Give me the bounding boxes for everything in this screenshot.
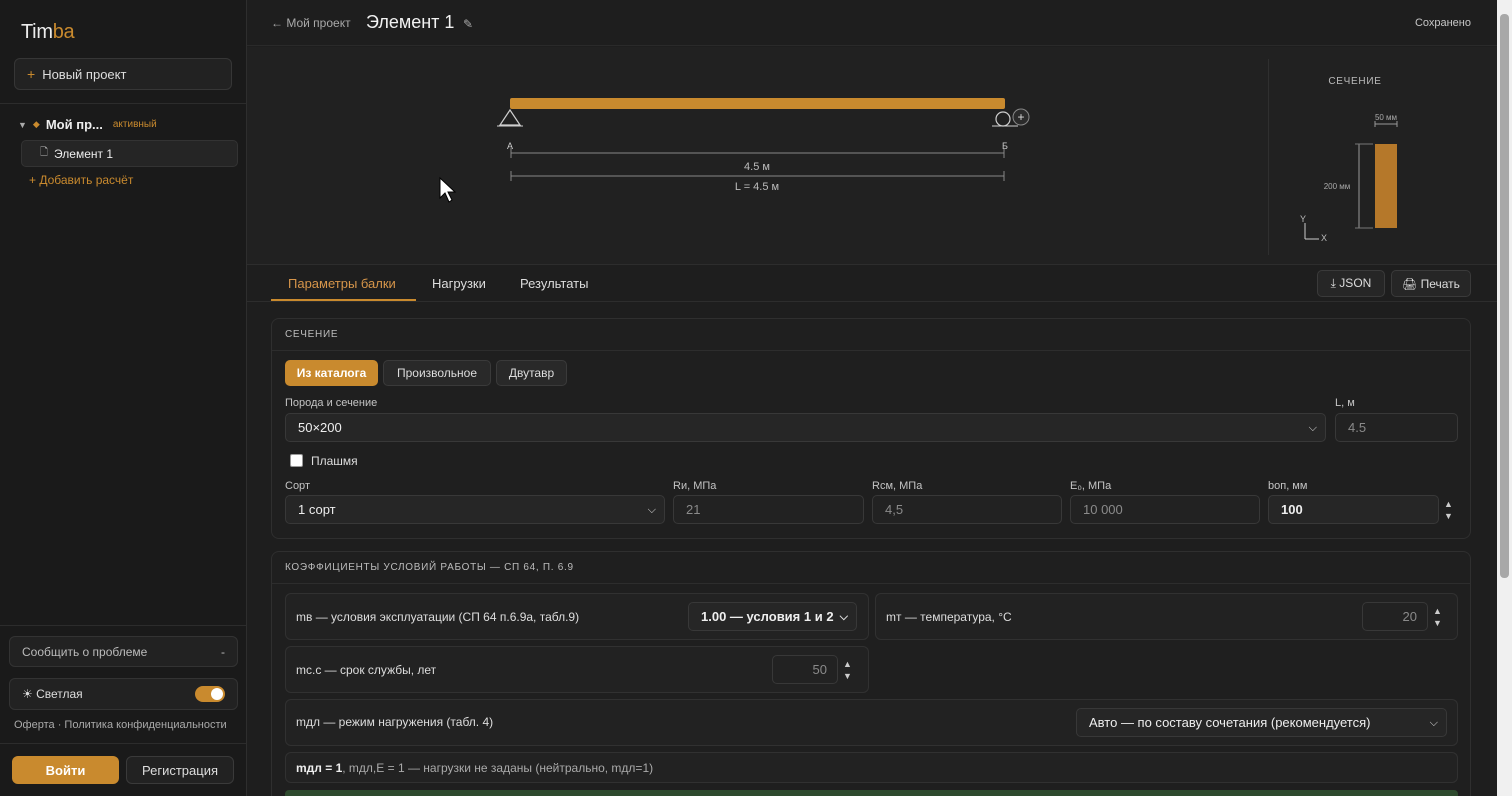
mdl-select[interactable]: Авто — по составу сочетания (рекомендует… <box>1076 708 1447 737</box>
height-label: 200 мм <box>1324 182 1351 191</box>
sidebar: Timba + Новый проект ▼ ◆ Мой пр... активн… <box>0 0 247 796</box>
mdl-label: mдл — режим нагружения (табл. 4) <box>296 715 494 729</box>
chevron-down-icon: ⌵ <box>1429 717 1438 729</box>
flat-label: Плашмя <box>311 454 358 468</box>
bop-stepper[interactable]: ▲ ▼ <box>1444 498 1453 522</box>
page-title: Элемент 1 <box>366 12 455 32</box>
header: ← Мой проект Элемент 1 ✎ Сохранено <box>247 0 1497 46</box>
sidebar-divider <box>0 743 246 744</box>
active-badge: активный <box>112 119 157 130</box>
width-label: 50 мм <box>1375 113 1397 122</box>
mt-stepper[interactable]: ▲ ▼ <box>1433 605 1442 629</box>
tab-loads[interactable]: Нагрузки <box>432 276 486 291</box>
scrollbar-thumb[interactable] <box>1500 14 1509 578</box>
cursor-icon <box>439 176 457 203</box>
flat-checkbox[interactable] <box>290 454 303 467</box>
species-label: Порода и сечение <box>285 397 378 409</box>
mv-label: mв — условия эксплуатации (СП 64 п.6.9а,… <box>296 610 580 624</box>
axis-y-label: Y <box>1300 214 1306 224</box>
chevron-down-icon: ⌵ <box>1308 422 1317 434</box>
sidebar-divider <box>0 103 246 104</box>
document-icon: 🗋 <box>40 147 49 158</box>
ri-label: Rи, МПа <box>673 480 717 492</box>
support-b-label: Б <box>1002 141 1008 151</box>
pencil-icon[interactable]: ✎ <box>463 17 473 31</box>
mv-select[interactable]: 1.00 — условия 1 и 2 ⌵ <box>688 602 857 631</box>
new-project-button[interactable]: + Новый проект <box>14 58 232 90</box>
beam[interactable] <box>510 98 1005 109</box>
support-a-label: А <box>507 141 513 151</box>
arrow-icon: - <box>221 644 225 659</box>
rcm-label: Rсм, МПа <box>872 480 923 492</box>
mt-input[interactable]: 20 <box>1362 602 1428 631</box>
total-length-label: L = 4.5 м <box>735 181 779 193</box>
save-status: Сохранено <box>1414 17 1471 29</box>
legal-links[interactable]: Оферта · Политика конфиденциальности <box>14 719 227 731</box>
section-preview-title: СЕЧЕНИЕ <box>1328 76 1381 87</box>
diamond-icon: ◆ <box>32 119 40 129</box>
back-link[interactable]: ← Мой проект <box>271 16 351 30</box>
status-bar <box>285 790 1458 796</box>
species-select[interactable]: 50×200 ⌵ <box>285 413 1326 442</box>
grade-select[interactable]: 1 сорт ⌵ <box>285 495 665 524</box>
caret-down-icon[interactable]: ▼ <box>18 120 27 130</box>
bop-label: bоп, мм <box>1268 480 1308 492</box>
add-calculation-link[interactable]: + Добавить расчёт <box>29 173 133 187</box>
mt-label: mт — температура, °C <box>886 610 1012 624</box>
length-input[interactable]: 4.5 <box>1335 413 1458 442</box>
section-card-title: СЕЧЕНИЕ <box>272 319 1470 351</box>
chevron-down-icon: ⌵ <box>839 611 848 623</box>
e-label: E₀, МПа <box>1070 480 1112 492</box>
logo[interactable]: Timba <box>21 21 75 44</box>
e-input[interactable]: 10 000 <box>1070 495 1260 524</box>
sidebar-divider <box>0 625 246 626</box>
tab-bar: Параметры балки Нагрузки Результаты <box>247 266 1497 302</box>
rcm-input[interactable]: 4,5 <box>872 495 1062 524</box>
mss-input[interactable]: 50 <box>772 655 838 684</box>
tab-results[interactable]: Результаты <box>520 276 588 291</box>
pin-support-icon <box>498 108 522 126</box>
span-label: 4.5 м <box>744 161 770 173</box>
plus-icon: + <box>27 66 36 82</box>
bop-input[interactable]: 100 <box>1268 495 1439 524</box>
print-button[interactable]: 🖨 Печать <box>1391 270 1471 297</box>
diagram-svg: + А Б 4.5 м L = 4.5 м СЕЧЕНИЕ 50 мм 200 … <box>439 76 1398 243</box>
length-label: L, м <box>1335 397 1355 409</box>
coefficients-card-title: КОЭФФИЦИЕНТЫ УСЛОВИЙ РАБОТЫ — СП 64, П. … <box>272 552 1470 584</box>
cross-section <box>1375 144 1397 228</box>
sidebar-item-element-1[interactable]: 🗋 Элемент 1 <box>21 140 238 167</box>
diagram-divider <box>1268 59 1269 255</box>
axis-x-label: X <box>1321 233 1327 243</box>
register-button[interactable]: Регистрация <box>126 756 234 784</box>
ri-input[interactable]: 21 <box>673 495 864 524</box>
beam-diagram: + А Б 4.5 м L = 4.5 м СЕЧЕНИЕ 50 мм 200 … <box>247 47 1497 265</box>
plus-icon: + <box>1017 110 1024 124</box>
export-json-button[interactable]: ⤓ JSON <box>1317 270 1385 297</box>
theme-toggle[interactable] <box>195 686 225 702</box>
active-tab-indicator <box>271 299 416 301</box>
chevron-down-icon: ⌵ <box>647 504 656 516</box>
login-button[interactable]: Войти <box>12 756 119 784</box>
mss-label: mс.с — срок службы, лет <box>296 663 437 677</box>
sidebar-project[interactable]: ▼ ◆ Мой пр... активный <box>18 117 157 132</box>
grade-label: Сорт <box>285 480 310 492</box>
mss-stepper[interactable]: ▲ ▼ <box>843 658 852 682</box>
mode-catalog-button[interactable]: Из каталога <box>285 360 378 386</box>
mode-custom-button[interactable]: Произвольное <box>383 360 491 386</box>
theme-switch[interactable]: ☀ Светлая <box>9 678 238 710</box>
mode-ibeam-button[interactable]: Двутавр <box>496 360 567 386</box>
mdl-result: mдл = 1, mдл,E = 1 — нагрузки не заданы … <box>296 761 654 775</box>
roller-support-icon <box>995 111 1011 127</box>
tab-beam-params[interactable]: Параметры балки <box>288 276 396 291</box>
main-area: ← Мой проект Элемент 1 ✎ Сохранено + А Б… <box>247 0 1497 796</box>
report-problem-button[interactable]: Сообщить о проблеме - <box>9 636 238 667</box>
